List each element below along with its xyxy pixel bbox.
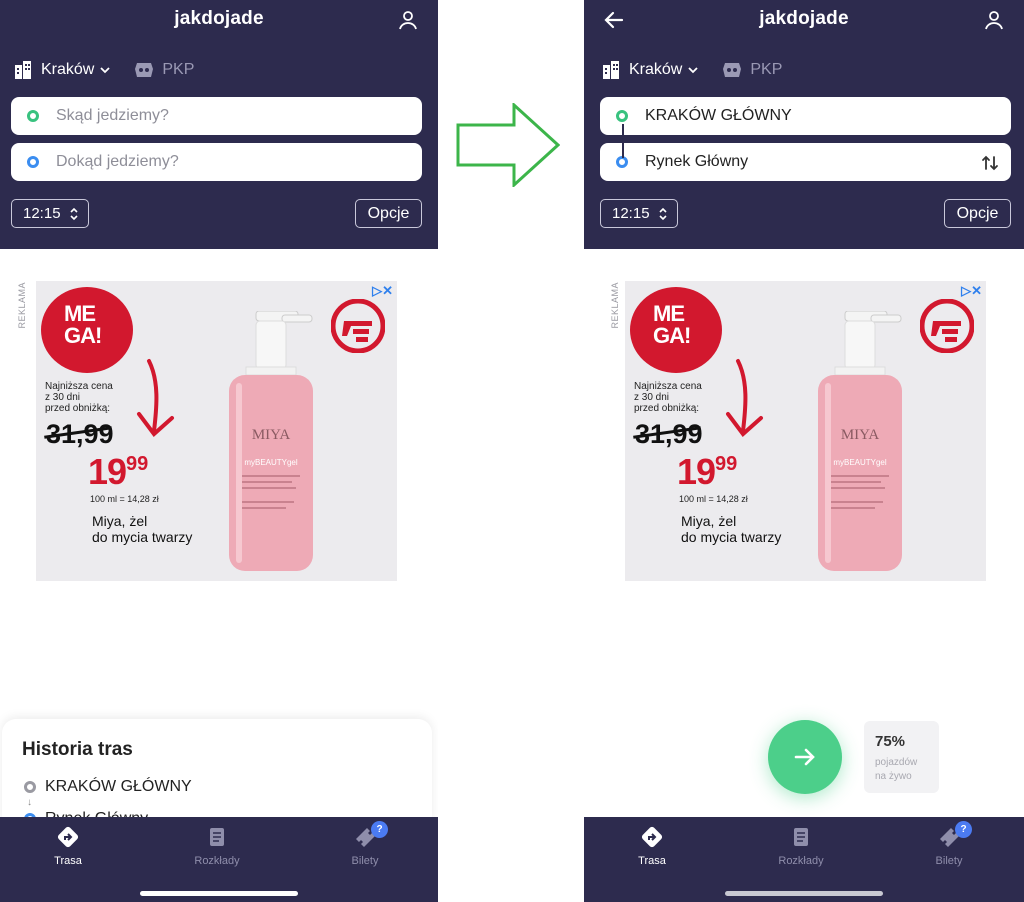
- svg-text:MIYA: MIYA: [841, 427, 880, 443]
- chevron-down-icon: [688, 67, 698, 74]
- screen-after: jakdojade Kraków PKP KRAKÓW GŁÓWNY Rynek…: [584, 0, 1024, 902]
- from-input[interactable]: KRAKÓW GŁÓWNY: [600, 97, 1011, 135]
- top-bar: jakdojade Kraków PKP KRAKÓW GŁÓWNY Rynek…: [584, 0, 1024, 249]
- store-logo-icon: [920, 299, 974, 353]
- pkp-train-icon: [135, 63, 154, 77]
- svg-text:myBEAUTYgel: myBEAUTYgel: [833, 458, 887, 467]
- svg-text:MIYA: MIYA: [252, 427, 291, 443]
- advertisement-banner[interactable]: ME GA! ▷✕ Najniższa cena z 30 dni przed obn…: [36, 281, 397, 581]
- city-building-icon: [603, 61, 619, 79]
- to-input[interactable]: Dokąd jedziemy?: [11, 143, 422, 181]
- product-bottle-image: MIYA myBEAUTYgel: [229, 311, 313, 571]
- product-bottle-image: MIYA myBEAUTYgel: [818, 311, 902, 571]
- tab-trasa[interactable]: Trasa: [23, 825, 113, 867]
- up-down-chevron-icon: [69, 207, 78, 220]
- time-picker-button[interactable]: 12:15: [11, 199, 89, 228]
- unit-price: 100 ml = 14,28 zł: [679, 494, 748, 504]
- city-selector[interactable]: Kraków PKP: [13, 58, 194, 82]
- from-input[interactable]: Skąd jedziemy?: [11, 97, 422, 135]
- home-indicator[interactable]: [140, 891, 298, 896]
- arrow-right-icon: [794, 748, 815, 766]
- route-icon: [57, 826, 79, 848]
- city-name: Kraków: [629, 61, 683, 78]
- options-button[interactable]: Opcje: [944, 199, 1011, 228]
- tab-rozklady[interactable]: Rozkłady: [756, 825, 846, 867]
- bottom-tab-bar: Trasa Rozkłady ? Bilety: [584, 817, 1024, 902]
- live-label: pojazdów na żywo: [875, 757, 918, 782]
- unit-price: 100 ml = 14,28 zł: [90, 494, 159, 504]
- options-button[interactable]: Opcje: [355, 199, 422, 228]
- top-bar: jakdojade Kraków PKP Skąd jedziemy? Doką…: [0, 0, 438, 249]
- city-name: Kraków: [41, 61, 95, 78]
- to-input[interactable]: Rynek Główny: [600, 143, 1011, 181]
- tab-trasa[interactable]: Trasa: [607, 825, 697, 867]
- route-icon: [641, 826, 663, 848]
- timetable-icon: [210, 828, 224, 846]
- tab-bilety[interactable]: ? Bilety: [320, 821, 410, 867]
- new-price: 1999: [677, 451, 738, 492]
- destination-dot-icon: [27, 156, 39, 168]
- product-name: Miya, żel do mycia twarzy: [681, 513, 782, 545]
- time-picker-button[interactable]: 12:15: [600, 199, 678, 228]
- pkp-train-icon: [723, 63, 742, 77]
- pkp-toggle[interactable]: PKP: [133, 60, 194, 80]
- pkp-toggle[interactable]: PKP: [721, 60, 782, 80]
- svg-text:myBEAUTYgel: myBEAUTYgel: [244, 458, 298, 467]
- tab-rozklady[interactable]: Rozkłady: [172, 825, 262, 867]
- time-value: 12:15: [612, 205, 650, 222]
- transition-arrow-icon: [456, 103, 560, 187]
- down-arrow-icon: [726, 359, 763, 437]
- history-arrow-icon: ↓: [27, 797, 32, 808]
- user-icon[interactable]: [982, 8, 1006, 32]
- history-title: Historia tras: [22, 739, 133, 760]
- home-indicator[interactable]: [725, 891, 883, 896]
- ad-label: REKLAMA: [610, 282, 620, 329]
- pkp-label: PKP: [162, 61, 195, 78]
- ad-choices-icon[interactable]: ▷✕: [372, 283, 393, 299]
- store-logo-icon: [331, 299, 385, 353]
- time-value: 12:15: [23, 205, 61, 222]
- pkp-label: PKP: [750, 61, 783, 78]
- advertisement-banner[interactable]: ME GA! ▷✕ Najniższa cena z 30 dni przed obn…: [625, 281, 986, 581]
- live-percent: 75%: [875, 733, 906, 750]
- timetable-icon: [794, 828, 808, 846]
- bottom-tab-bar: Trasa Rozkłady ? Bilety: [0, 817, 438, 902]
- down-arrow-icon: [137, 359, 174, 437]
- route-history-panel: Historia tras KRAKÓW GŁÓWNY ↓ Rynek Głów…: [2, 719, 432, 829]
- city-building-icon: [15, 61, 31, 79]
- ad-small-text: Najniższa cena z 30 dni przed obniżką:: [45, 381, 113, 414]
- screen-before: jakdojade Kraków PKP Skąd jedziemy? Doką…: [0, 0, 438, 902]
- user-icon[interactable]: [396, 8, 420, 32]
- to-value: Rynek Główny: [645, 153, 749, 170]
- ad-label: REKLAMA: [17, 282, 27, 329]
- tickets-badge: ?: [955, 821, 972, 838]
- route-connector-line: [622, 124, 624, 158]
- product-name: Miya, żel do mycia twarzy: [92, 513, 193, 545]
- ad-choices-icon[interactable]: ▷✕: [961, 283, 982, 299]
- new-price: 1999: [88, 451, 149, 492]
- tab-bilety[interactable]: ? Bilety: [904, 821, 994, 867]
- origin-dot-icon: [27, 110, 39, 122]
- app-title: jakdojade: [174, 8, 264, 29]
- to-placeholder: Dokąd jedziemy?: [56, 153, 179, 170]
- tickets-badge: ?: [371, 821, 388, 838]
- origin-dot-icon: [616, 110, 628, 122]
- city-selector[interactable]: Kraków PKP: [601, 58, 782, 82]
- app-title: jakdojade: [759, 8, 849, 29]
- from-value: KRAKÓW GŁÓWNY: [645, 107, 792, 124]
- history-item-origin[interactable]: KRAKÓW GŁÓWNY: [24, 778, 192, 796]
- mega-badge-text: ME GA!: [64, 301, 102, 348]
- up-down-chevron-icon: [658, 207, 667, 220]
- mega-badge-text: ME GA!: [653, 301, 691, 348]
- search-route-button[interactable]: [768, 720, 842, 794]
- history-origin-dot-icon: [24, 781, 36, 793]
- ad-small-text: Najniższa cena z 30 dni przed obniżką:: [634, 381, 702, 414]
- chevron-down-icon: [100, 67, 110, 74]
- swap-icon[interactable]: [981, 154, 999, 172]
- live-vehicles-indicator[interactable]: 75% pojazdów na żywo: [864, 721, 939, 793]
- from-placeholder: Skąd jedziemy?: [56, 107, 169, 124]
